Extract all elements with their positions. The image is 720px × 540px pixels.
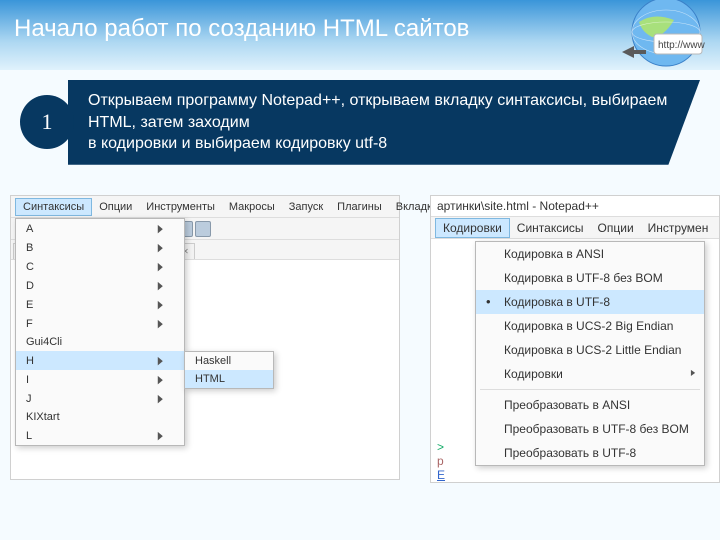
encoding-item[interactable]: Кодировка в UTF-8 без BOM (476, 266, 704, 290)
syntax-item[interactable]: L▶ (16, 426, 184, 445)
menu-syntax[interactable]: Синтаксисы (510, 219, 591, 237)
globe-icon: http://www (604, 0, 714, 82)
syntax-subitem-html[interactable]: HTML (185, 370, 273, 388)
screenshots-area: Синтаксисы Опции Инструменты Макросы Зап… (0, 195, 720, 540)
chevron-right-icon: ▶ (157, 298, 162, 311)
code-char: E (437, 468, 445, 482)
syntax-item[interactable]: C▶ (16, 257, 184, 276)
syntax-dropdown: A▶ B▶ C▶ D▶ E▶ F▶ Gui4Cli H▶ Haskell HTM… (15, 218, 185, 446)
convert-item-label: Преобразовать в UTF-8 без BOM (504, 422, 689, 436)
syntax-item-label: C (26, 261, 34, 273)
chevron-right-icon: ▶ (157, 429, 162, 442)
encoding-item-label: Кодировка в UTF-8 без BOM (504, 271, 663, 285)
encoding-item-label: Кодировки (504, 367, 563, 381)
chevron-right-icon: ▶ (157, 241, 162, 254)
syntax-item-label: H (26, 355, 34, 367)
syntax-item-label: D (26, 280, 34, 292)
menu-syntax[interactable]: Синтаксисы (15, 198, 92, 216)
convert-item[interactable]: Преобразовать в UTF-8 без BOM (476, 417, 704, 441)
syntax-item[interactable]: Gui4Cli (16, 333, 184, 351)
syntax-subitem-label: Haskell (195, 355, 231, 367)
encoding-item[interactable]: Кодировка в ANSI (476, 242, 704, 266)
convert-item-label: Преобразовать в ANSI (504, 398, 630, 412)
encoding-item[interactable]: Кодировка в UCS-2 Little Endian (476, 338, 704, 362)
encoding-item-label: Кодировка в UCS-2 Little Endian (504, 343, 681, 357)
chevron-right-icon: ▶ (157, 260, 162, 273)
menubar-left: Синтаксисы Опции Инструменты Макросы Зап… (11, 196, 399, 218)
syntax-item[interactable]: A▶ (16, 219, 184, 238)
menu-tools[interactable]: Инструмен (641, 219, 716, 237)
syntax-item-label: L (26, 430, 32, 442)
svg-text:http://www: http://www (658, 40, 705, 51)
syntax-subitem-label: HTML (195, 373, 225, 385)
menu-separator (480, 389, 700, 390)
code-char: > (437, 440, 444, 454)
encoding-item-label: Кодировка в UCS-2 Big Endian (504, 319, 673, 333)
notepad-encoding-screenshot: артинки\site.html - Notepad++ Кодировки … (430, 195, 720, 483)
menubar-right: Кодировки Синтаксисы Опции Инструмен (431, 217, 719, 239)
menu-run[interactable]: Запуск (282, 199, 330, 215)
convert-item[interactable]: Преобразовать в UTF-8 (476, 441, 704, 465)
code-peek: > р E (437, 440, 445, 482)
chevron-right-icon: ▶ (157, 317, 162, 330)
menu-plugins[interactable]: Плагины (330, 199, 389, 215)
code-char: р (437, 454, 444, 468)
step-number: 1 (42, 109, 53, 135)
slide-header: Начало работ по созданию HTML сайтов htt… (0, 0, 720, 70)
notepad-syntax-screenshot: Синтаксисы Опции Инструменты Макросы Зап… (10, 195, 400, 480)
encoding-item-label: Кодировка в UTF-8 (504, 295, 610, 309)
syntax-item[interactable]: E▶ (16, 295, 184, 314)
syntax-item[interactable]: KIXtart (16, 408, 184, 426)
step-badge: 1 (20, 95, 74, 149)
chevron-right-icon: ▶ (157, 392, 162, 405)
syntax-item-label: E (26, 299, 33, 311)
syntax-item-label: I (26, 374, 29, 386)
instruction-text: Открываем программу Notepad++, открываем… (68, 80, 700, 165)
toolbar-icon[interactable] (195, 221, 211, 237)
syntax-item[interactable]: D▶ (16, 276, 184, 295)
convert-item-label: Преобразовать в UTF-8 (504, 446, 636, 460)
syntax-item[interactable]: J▶ (16, 389, 184, 408)
menu-options[interactable]: Опции (92, 199, 139, 215)
syntax-item-h[interactable]: H▶ Haskell HTML (16, 351, 184, 370)
syntax-item-label: A (26, 223, 33, 235)
encoding-dropdown: Кодировка в ANSI Кодировка в UTF-8 без B… (475, 241, 705, 466)
syntax-item[interactable]: B▶ (16, 238, 184, 257)
chevron-right-icon: ▶ (157, 279, 162, 292)
menu-tools[interactable]: Инструменты (139, 199, 222, 215)
syntax-item-label: KIXtart (26, 411, 60, 423)
syntax-item-label: Gui4Cli (26, 336, 62, 348)
encoding-item-more[interactable]: Кодировки (476, 362, 704, 386)
menu-macros[interactable]: Макросы (222, 199, 282, 215)
chevron-right-icon: ▶ (157, 354, 162, 367)
syntax-item[interactable]: F▶ (16, 314, 184, 333)
encoding-item-label: Кодировка в ANSI (504, 247, 604, 261)
syntax-item-label: J (26, 393, 32, 405)
syntax-subitem[interactable]: Haskell (185, 352, 273, 370)
syntax-item-label: F (26, 318, 33, 330)
chevron-right-icon: ▶ (157, 373, 162, 386)
syntax-sub-dropdown: Haskell HTML (184, 351, 274, 389)
window-title: артинки\site.html - Notepad++ (431, 196, 719, 217)
chevron-right-icon: ▶ (157, 222, 162, 235)
menu-encodings[interactable]: Кодировки (435, 218, 510, 238)
convert-item[interactable]: Преобразовать в ANSI (476, 393, 704, 417)
syntax-item-label: B (26, 242, 33, 254)
instruction-panel: 1 Открываем программу Notepad++, открыва… (20, 80, 700, 165)
encoding-item[interactable]: Кодировка в UCS-2 Big Endian (476, 314, 704, 338)
syntax-item[interactable]: I▶ (16, 370, 184, 389)
encoding-item-utf8[interactable]: Кодировка в UTF-8 (476, 290, 704, 314)
menu-options[interactable]: Опции (591, 219, 641, 237)
